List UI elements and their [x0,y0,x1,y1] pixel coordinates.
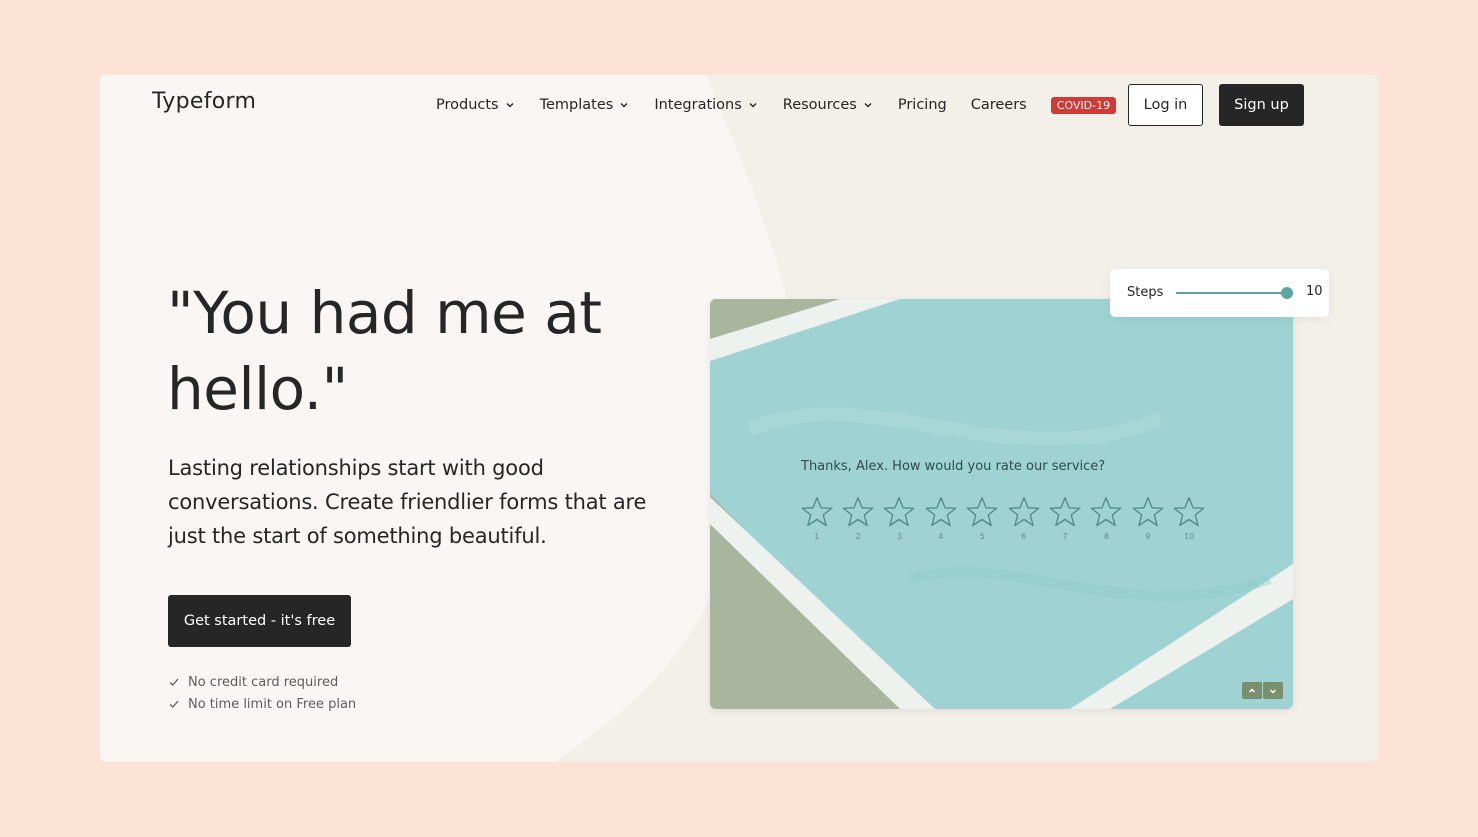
get-started-button[interactable]: Get started - it's free [168,595,351,647]
chevron-down-icon [1270,689,1276,693]
next-question-button[interactable] [1263,682,1283,699]
chevron-down-icon [864,103,872,108]
star-icon [966,497,998,527]
form-navigation [1242,682,1283,699]
rating-star[interactable]: 1 [796,494,837,541]
star-number: 3 [896,532,903,541]
covid-badge[interactable]: COVID-19 [1050,96,1117,114]
rating-star[interactable]: 5 [962,494,1003,541]
typeform-logo[interactable]: Typeform [152,89,256,114]
rating-star[interactable]: 3 [879,494,920,541]
login-button[interactable]: Log in [1128,84,1203,126]
nav-products-label: Products [436,97,499,113]
star-number: 4 [938,532,944,541]
star-icon [1049,497,1081,527]
question-text: Thanks, Alex. How would you rate our ser… [801,459,1106,474]
chevron-down-icon [749,103,757,108]
hero-subtext: Lasting relationships start with good co… [168,456,647,548]
nav-careers[interactable]: Careers [971,97,1027,113]
star-number: 10 [1184,532,1195,541]
chevron-up-icon [1249,688,1255,692]
star-number: 6 [1021,532,1027,541]
nav-products[interactable]: Products [436,97,516,113]
nav-integrations-label: Integrations [654,97,742,113]
star-number: 8 [1103,532,1109,541]
rating-star[interactable]: 4 [920,494,961,541]
benefit-text: No time limit on Free plan [188,696,357,712]
steps-control: Steps 10 [1110,269,1329,317]
rating-star[interactable]: 7 [1044,494,1085,541]
signup-button[interactable]: Sign up [1219,84,1304,126]
hero-card: Typeform Products Templates Integrations… [100,75,1378,762]
nav-pricing[interactable]: Pricing [898,97,947,113]
benefit-text: No credit card required [188,674,339,690]
star-number: 1 [814,532,820,541]
rating-star[interactable]: 8 [1086,494,1127,541]
chevron-down-icon [620,103,628,108]
rating-star[interactable]: 9 [1127,494,1168,541]
star-number: 5 [979,532,985,541]
steps-slider-track[interactable] [1176,292,1287,294]
steps-label: Steps [1127,285,1164,300]
nav-integrations[interactable]: Integrations [654,97,758,113]
star-icon [842,497,874,527]
previous-question-button[interactable] [1242,682,1262,699]
checkmark-icon [169,700,179,708]
rating-star[interactable]: 6 [1003,494,1044,541]
nav-resources-label: Resources [782,97,857,113]
star-number: 9 [1145,532,1151,541]
star-icon [925,497,957,527]
star-icon [1008,497,1040,527]
benefit-list: No credit card required No time limit on… [168,671,356,715]
star-icon [1132,497,1164,527]
hero-headline: "You had me at hello." [167,275,687,427]
star-number: 2 [855,532,861,541]
nav-templates[interactable]: Templates [540,97,631,113]
steps-value: 10 [1306,284,1323,299]
nav-templates-label: Templates [539,97,614,113]
headline-line-1: "You had me at [167,279,602,347]
nav-resources[interactable]: Resources [783,97,874,113]
star-icon [1173,497,1205,527]
star-icon [801,497,833,527]
star-icon [1091,497,1122,527]
star-number: 7 [1062,532,1068,541]
checkmark-icon [169,678,179,686]
rating-star[interactable]: 2 [837,494,878,541]
star-icon [884,497,915,527]
form-preview: Thanks, Alex. How would you rate our ser… [710,299,1293,709]
headline-line-2: hello." [167,355,348,423]
star-rating: 1 2 3 4 5 6 7 8 9 10 [796,494,1210,541]
benefit-item: No time limit on Free plan [168,693,356,715]
main-nav: Products Templates Integrations Resource… [436,94,1117,116]
chevron-down-icon [506,103,514,108]
steps-slider-thumb[interactable] [1281,287,1293,299]
rating-star[interactable]: 10 [1169,494,1210,541]
benefit-item: No credit card required [168,671,356,693]
